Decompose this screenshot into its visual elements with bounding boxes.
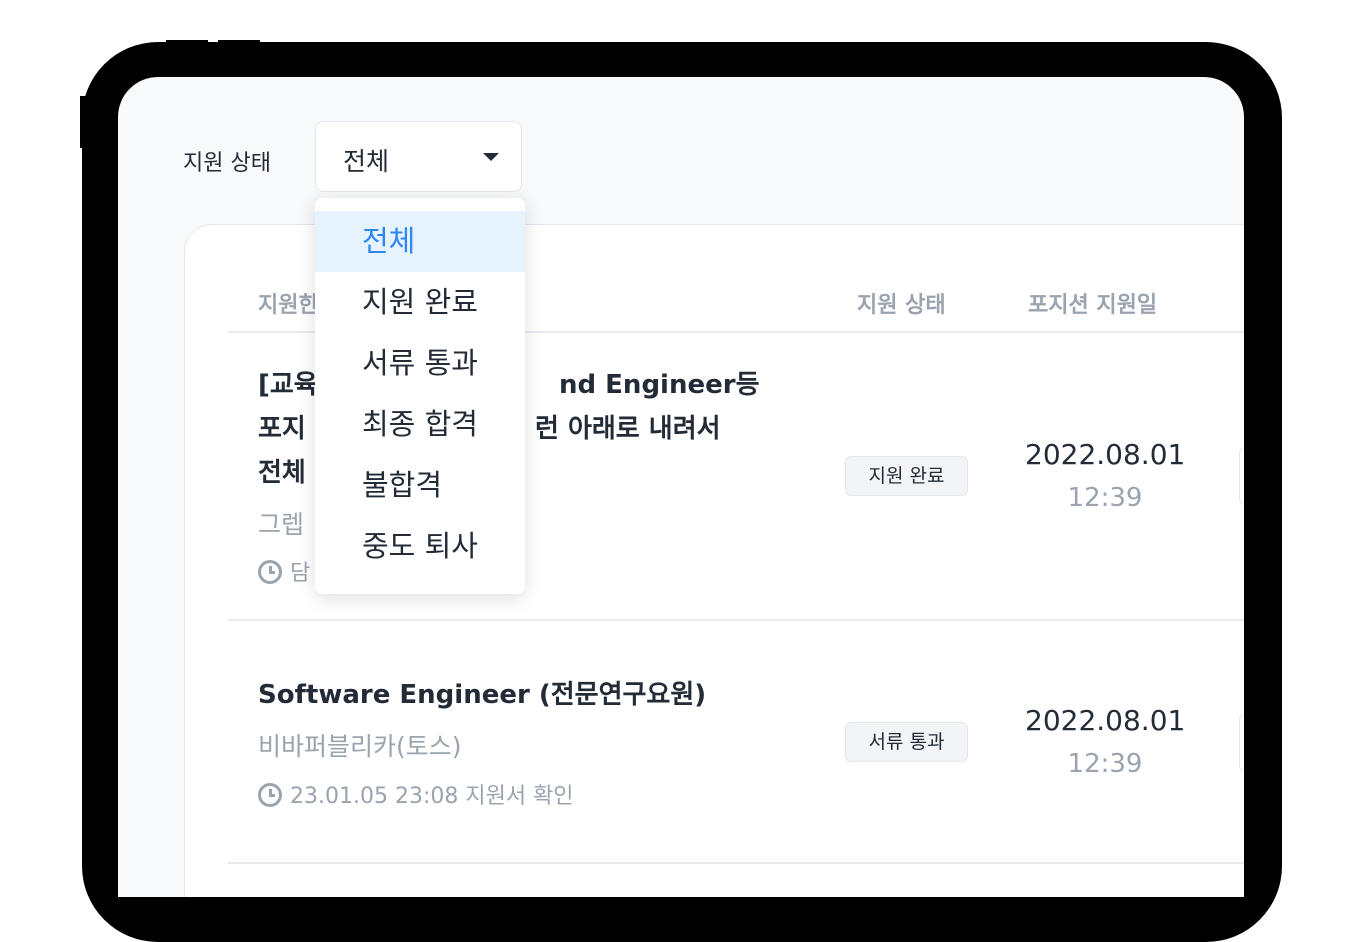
row-meta: 담 [258, 555, 310, 587]
filter-option-rejected[interactable]: 불합격 [315, 455, 525, 516]
filter-option-applied[interactable]: 지원 완료 [315, 272, 525, 333]
row-title[interactable]: [교육 [258, 363, 318, 407]
chevron-down-icon [483, 153, 499, 161]
filter-option-document-passed[interactable]: 서류 통과 [315, 333, 525, 394]
status-filter-value: 전체 [343, 147, 390, 176]
clock-icon [258, 783, 282, 807]
app-screen: 지원 상태 전체 지원한 지원 상태 포지션 지원일 [교육 nd Engine… [118, 77, 1244, 897]
column-header-position: 지원한 [258, 293, 319, 318]
row-divider [228, 619, 1244, 621]
status-filter-dropdown: 전체 지원 완료 서류 통과 최종 합격 불합격 중도 퇴사 [315, 198, 525, 594]
row-meta-text: 담 [290, 561, 311, 586]
row-meta: 23.01.05 23:08 지원서 확인 [258, 778, 574, 810]
row-company: 그렙 [258, 510, 305, 539]
row-action-button[interactable] [1239, 714, 1244, 772]
status-badge: 서류 통과 [845, 722, 968, 762]
row-date: 2022.08.01 [1025, 704, 1186, 737]
row-action-button[interactable] [1239, 447, 1244, 505]
row-title[interactable]: Software Engineer (전문연구요원) [258, 673, 706, 717]
device-side-button [80, 96, 88, 148]
row-title[interactable]: nd Engineer등 [559, 363, 760, 407]
filter-option-all[interactable]: 전체 [315, 211, 525, 272]
row-date: 2022.08.01 [1025, 438, 1186, 471]
row-meta-text: 23.01.05 23:08 지원서 확인 [290, 784, 574, 809]
row-time: 12:39 [1067, 483, 1143, 513]
filter-option-resigned[interactable]: 중도 퇴사 [315, 516, 525, 577]
row-title[interactable]: 전체 [258, 451, 306, 495]
column-header-date: 포지션 지원일 [1028, 293, 1158, 318]
filter-option-final-pass[interactable]: 최종 합격 [315, 394, 525, 455]
status-filter-select[interactable]: 전체 [315, 121, 522, 192]
row-title[interactable]: 런 아래로 내려서 [535, 407, 721, 451]
row-time: 12:39 [1067, 749, 1143, 779]
row-company: 비바퍼블리카(토스) [258, 732, 462, 761]
status-badge: 지원 완료 [845, 456, 968, 496]
device-button [218, 40, 260, 48]
row-title[interactable]: 포지 [258, 407, 306, 451]
column-header-status: 지원 상태 [857, 293, 946, 318]
status-filter-label: 지원 상태 [183, 151, 271, 176]
row-divider [228, 862, 1244, 864]
device-button [166, 40, 208, 48]
clock-icon [258, 560, 282, 584]
